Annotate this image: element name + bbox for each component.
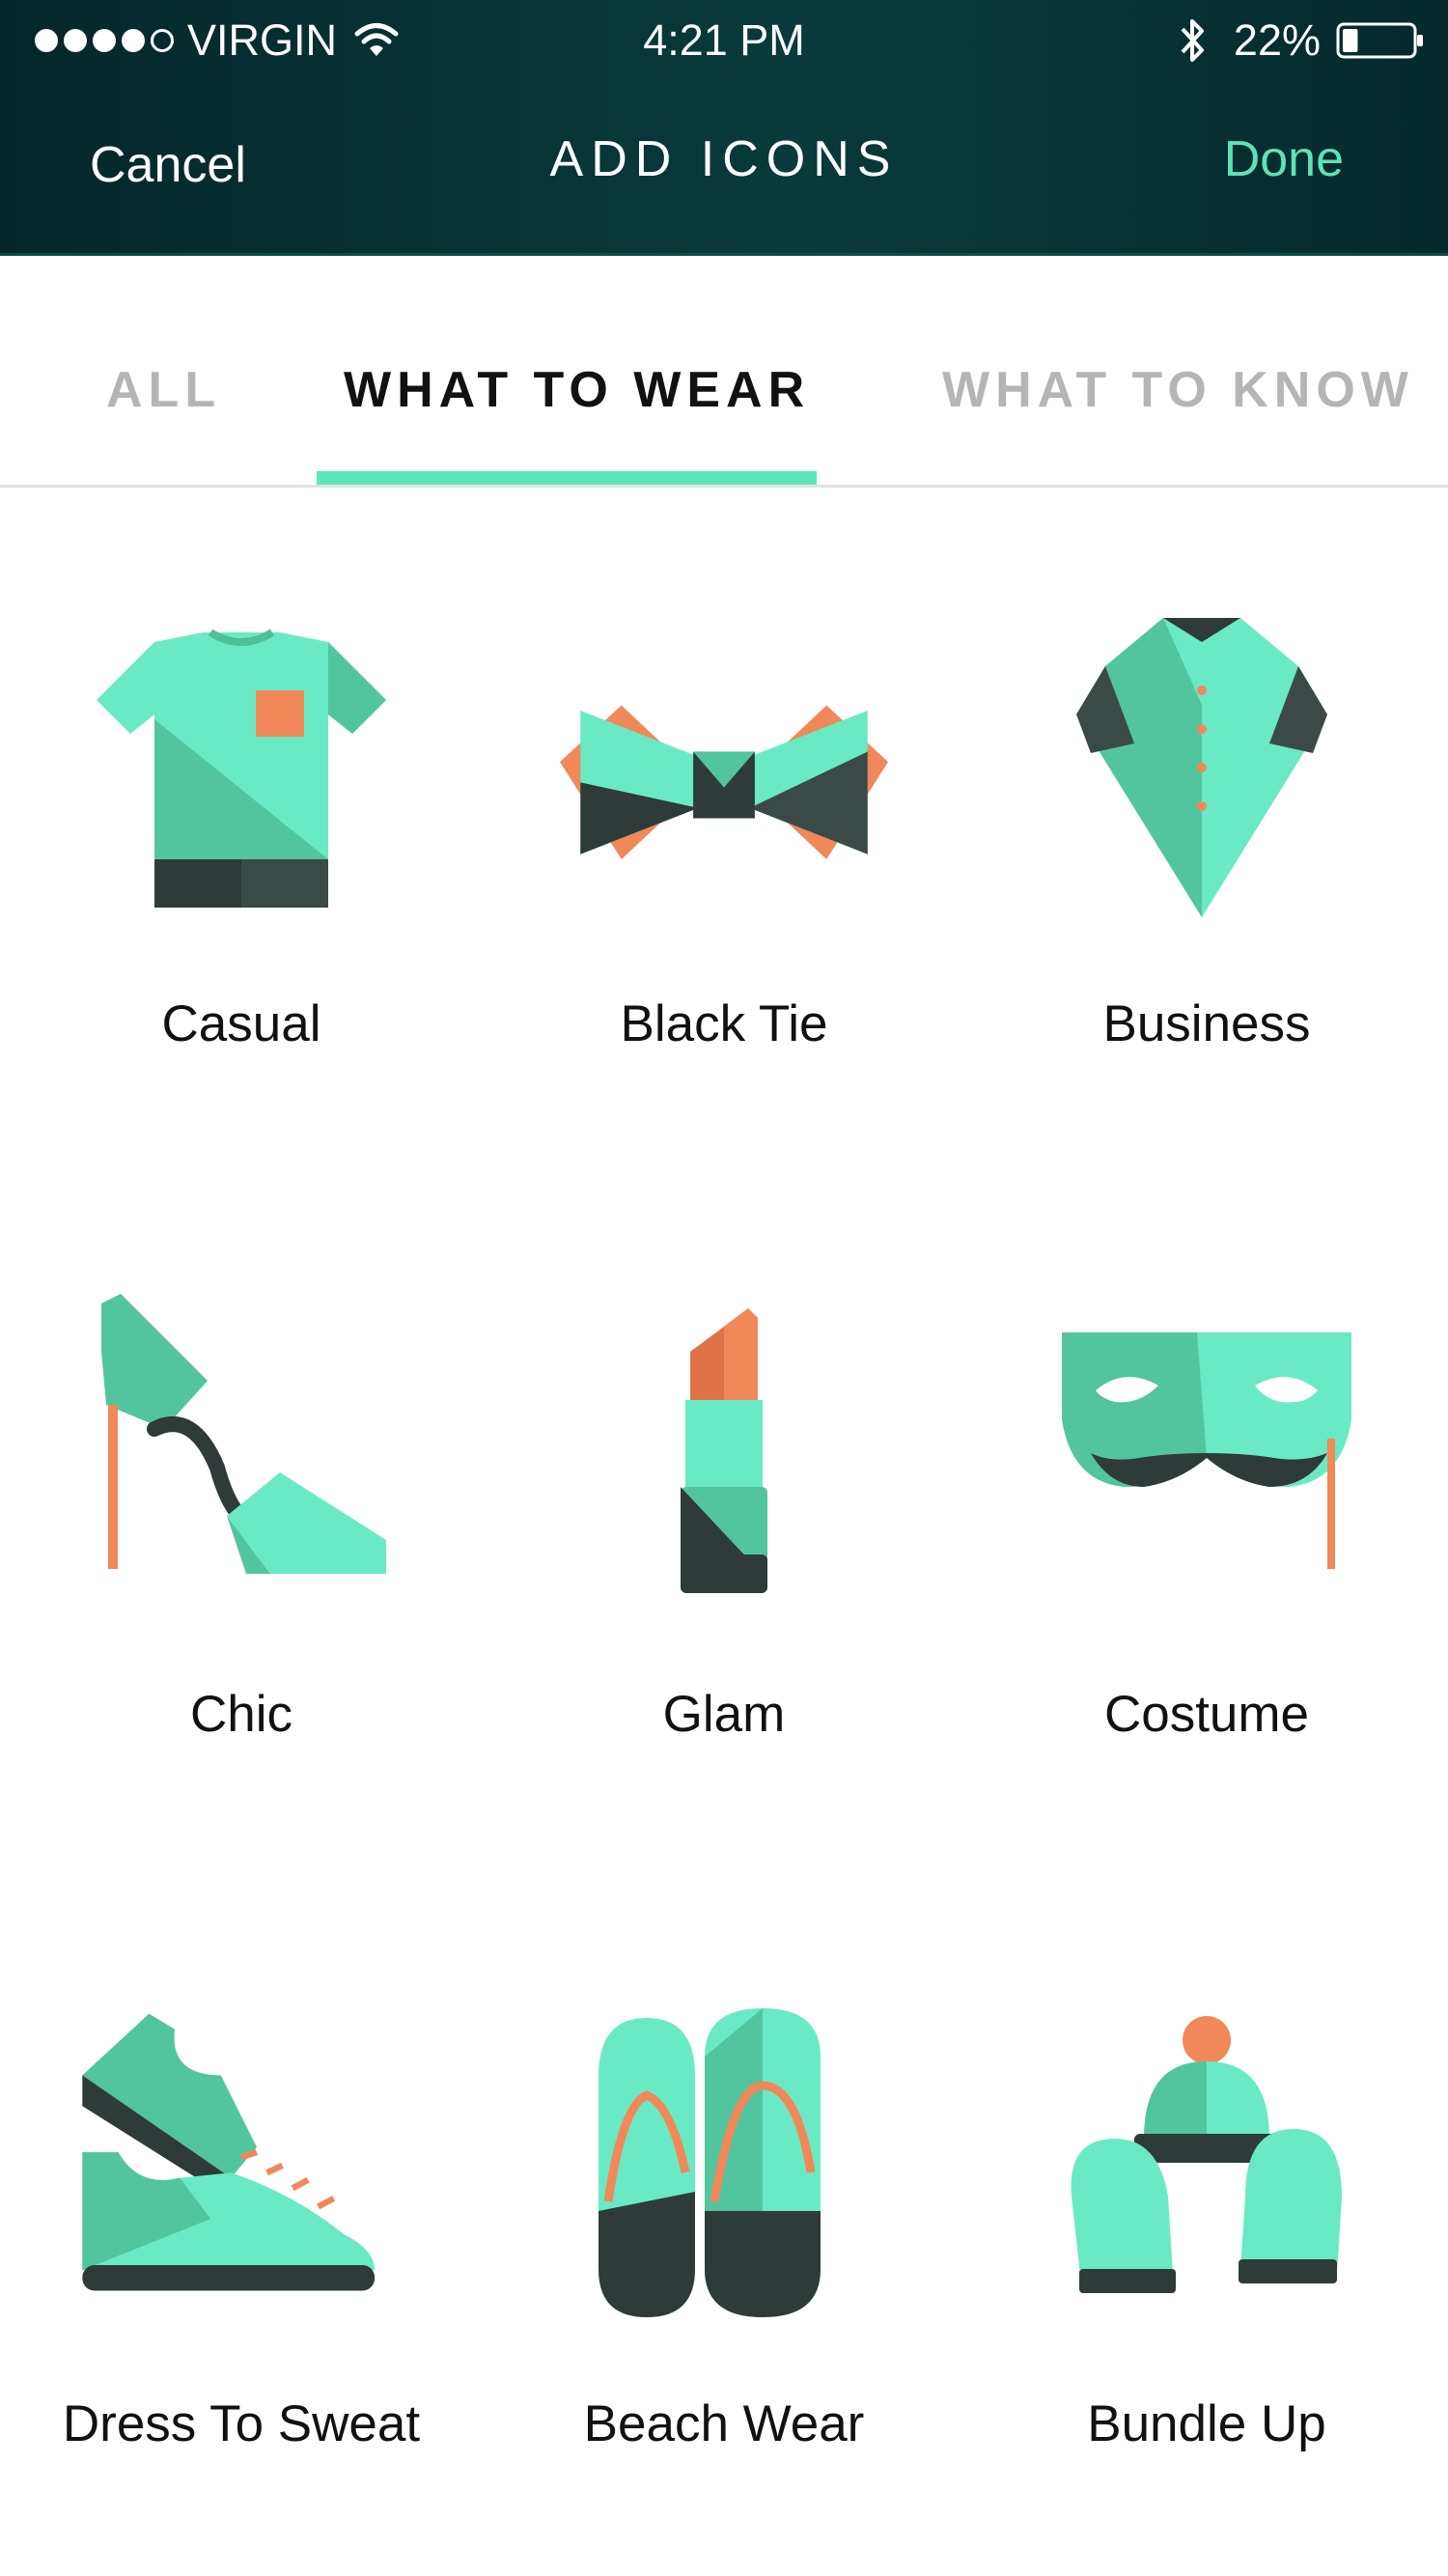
icon-label: Bundle Up (1087, 2395, 1326, 2452)
status-right: 22% (1178, 14, 1425, 68)
icon-option-business[interactable]: Business (965, 603, 1448, 1086)
suit-jacket-icon (1076, 618, 1327, 917)
masquerade-mask-icon (1062, 1332, 1351, 1569)
icon-label: Dress To Sweat (62, 2395, 421, 2452)
category-tabs: ALL WHAT TO WEAR WHAT TO KNOW (0, 253, 1448, 488)
icon-label: Casual (161, 995, 321, 1052)
high-heel-icon (101, 1294, 386, 1574)
icon-option-beach-wear[interactable]: Beach Wear (483, 1989, 965, 2472)
beanie-mittens-icon (1071, 2016, 1342, 2293)
tab-all[interactable]: ALL (106, 351, 221, 429)
icon-option-black-tie[interactable]: Black Tie (483, 603, 965, 1086)
flip-flops-icon (599, 2008, 821, 2317)
tab-what-to-know[interactable]: WHAT TO KNOW (942, 351, 1414, 429)
icon-label: Costume (1103, 1686, 1310, 1743)
t-shirt-icon (97, 629, 386, 908)
battery-percent: 22% (1233, 15, 1321, 65)
tab-what-to-wear[interactable]: WHAT TO WEAR (344, 351, 810, 429)
battery-level (1343, 29, 1358, 52)
cancel-button[interactable]: Cancel (90, 131, 246, 199)
done-button[interactable]: Done (1224, 126, 1344, 193)
active-tab-indicator (317, 471, 817, 485)
icon-label: Glam (662, 1686, 786, 1743)
icon-label: Black Tie (620, 995, 828, 1052)
nav-header: VIRGIN 4:21 PM 22% Cancel ADD ICONS Done (0, 0, 1448, 256)
icon-label: Chic (189, 1686, 293, 1743)
battery-icon (1336, 22, 1423, 59)
icon-label: Business (1102, 995, 1311, 1052)
icon-option-glam[interactable]: Glam (483, 1294, 965, 1777)
bow-tie-icon (560, 705, 888, 859)
icon-option-chic[interactable]: Chic (0, 1294, 483, 1777)
icon-option-costume[interactable]: Costume (965, 1294, 1448, 1777)
sneakers-icon (82, 2013, 376, 2291)
icon-option-bundle-up[interactable]: Bundle Up (965, 1989, 1448, 2472)
lipstick-icon (681, 1308, 767, 1593)
icon-option-dress-to-sweat[interactable]: Dress To Sweat (0, 1989, 483, 2472)
icon-option-casual[interactable]: Casual (0, 603, 483, 1086)
icon-label: Beach Wear (583, 2395, 865, 2452)
bluetooth-icon (1181, 19, 1204, 62)
